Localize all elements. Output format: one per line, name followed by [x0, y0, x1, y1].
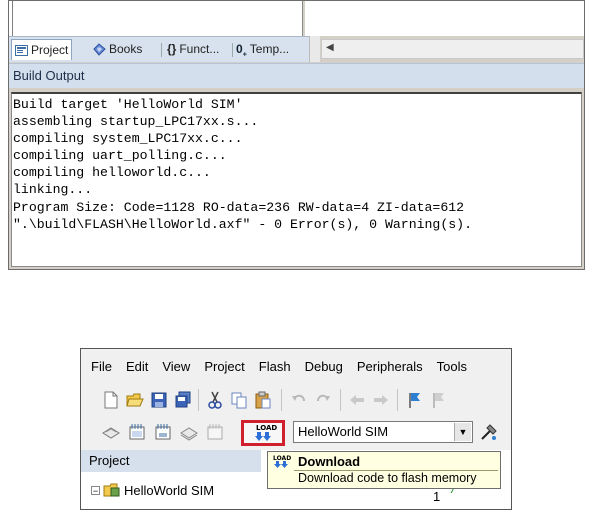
tab-functions[interactable]: {} Funct...	[167, 39, 219, 59]
project-icon	[15, 44, 28, 56]
output-line: linking...	[13, 182, 93, 198]
stop-build-icon[interactable]	[205, 422, 225, 442]
download-icon: LOAD	[273, 455, 291, 468]
functions-icon: {}	[167, 41, 177, 56]
file-toolbar	[81, 384, 511, 416]
download-arrow-icon	[255, 432, 271, 441]
tab-books-label: Books	[109, 42, 143, 56]
svg-text:LOAD: LOAD	[273, 455, 291, 462]
output-line: compiling uart_polling.c...	[13, 148, 227, 164]
target-folder-icon	[103, 483, 120, 497]
output-line: Program Size: Code=1128 RO-data=236 RW-d…	[13, 199, 465, 215]
batch-build-icon[interactable]	[179, 422, 199, 442]
build-toolbar: LOAD HelloWorld SIM ▼	[81, 416, 511, 450]
menu-edit[interactable]: Edit	[119, 359, 155, 374]
build-output-title: Build Output	[9, 63, 584, 88]
ide-toolbar-screenshot: File Edit View Project Flash Debug Perip…	[80, 348, 512, 510]
bookmark-icon[interactable]	[405, 390, 425, 410]
menu-project[interactable]: Project	[197, 359, 251, 374]
tooltip-description: Download code to flash memory	[298, 471, 477, 485]
tab-templates-label: Temp...	[249, 42, 290, 56]
tree-item-helloworld-sim[interactable]: − HelloWorld SIM	[91, 482, 214, 498]
menu-flash[interactable]: Flash	[252, 359, 298, 374]
target-options-icon[interactable]	[479, 422, 499, 442]
project-panel-header: Project	[81, 450, 261, 472]
tab-project[interactable]: Project	[11, 39, 73, 60]
tree-expander[interactable]: −	[91, 485, 100, 495]
output-line: compiling system_LPC17xx.c...	[13, 131, 243, 147]
output-line: assembling startup_LPC17xx.s...	[13, 114, 259, 130]
redo-icon[interactable]	[313, 390, 333, 410]
undo-icon[interactable]	[289, 390, 309, 410]
cut-icon[interactable]	[205, 390, 225, 410]
translate-icon[interactable]	[101, 422, 121, 442]
output-line: ".\build\FLASH\HelloWorld.axf" - 0 Error…	[13, 216, 472, 232]
pane-splitter[interactable]	[309, 36, 320, 62]
menu-bar: File Edit View Project Flash Debug Perip…	[81, 349, 511, 384]
output-line: compiling helloworld.c...	[13, 165, 211, 181]
new-file-icon[interactable]	[101, 390, 121, 410]
paste-icon[interactable]	[253, 390, 273, 410]
bookmark-next-icon[interactable]	[429, 390, 449, 410]
horizontal-scrollbar[interactable]: ◀	[321, 39, 584, 59]
rebuild-icon[interactable]	[153, 422, 173, 442]
load-label: LOAD	[256, 424, 278, 432]
project-panel: Project − HelloWorld SIM	[81, 450, 261, 509]
chevron-left-icon[interactable]: ◀	[326, 42, 334, 53]
open-folder-icon[interactable]	[125, 390, 145, 410]
menu-file[interactable]: File	[81, 359, 119, 374]
tooltip-title: Download	[298, 454, 361, 469]
build-icon[interactable]	[127, 422, 147, 442]
nav-forward-icon[interactable]	[371, 390, 391, 410]
menu-view[interactable]: View	[155, 359, 197, 374]
menu-peripherals[interactable]: Peripherals	[350, 359, 430, 374]
tab-project-label: Project	[31, 43, 69, 57]
menu-debug[interactable]: Debug	[298, 359, 350, 374]
target-select-value: HelloWorld SIM	[298, 424, 389, 439]
output-line: Build target 'HelloWorld SIM'	[13, 97, 243, 112]
save-all-icon[interactable]	[173, 390, 193, 410]
templates-icon: 0+	[236, 41, 247, 58]
copy-icon[interactable]	[229, 390, 249, 410]
line-number: 1	[433, 489, 441, 504]
load-button[interactable]: LOAD	[241, 420, 285, 446]
menu-tools[interactable]: Tools	[430, 359, 474, 374]
build-output-text: Build target 'HelloWorld SIM' assembling…	[11, 92, 582, 267]
tab-books[interactable]: Books	[93, 39, 142, 59]
books-icon	[93, 42, 106, 56]
tab-templates[interactable]: 0+ Temp...	[236, 39, 289, 59]
tab-functions-label: Funct...	[179, 42, 220, 56]
project-tree-area	[9, 1, 303, 36]
build-output-screenshot: Project Books {} Funct... 0+ Temp... ◀ B…	[8, 0, 585, 270]
project-window-tabs: Project Books {} Funct... 0+ Temp...	[9, 36, 309, 62]
nav-back-icon[interactable]	[347, 390, 367, 410]
download-tooltip: LOAD Download Download code to flash mem…	[267, 451, 501, 489]
save-icon[interactable]	[149, 390, 169, 410]
tree-item-label: HelloWorld SIM	[124, 482, 215, 498]
editor-area	[305, 1, 584, 36]
chevron-down-icon[interactable]: ▼	[454, 423, 471, 441]
target-select[interactable]: HelloWorld SIM ▼	[293, 421, 473, 443]
